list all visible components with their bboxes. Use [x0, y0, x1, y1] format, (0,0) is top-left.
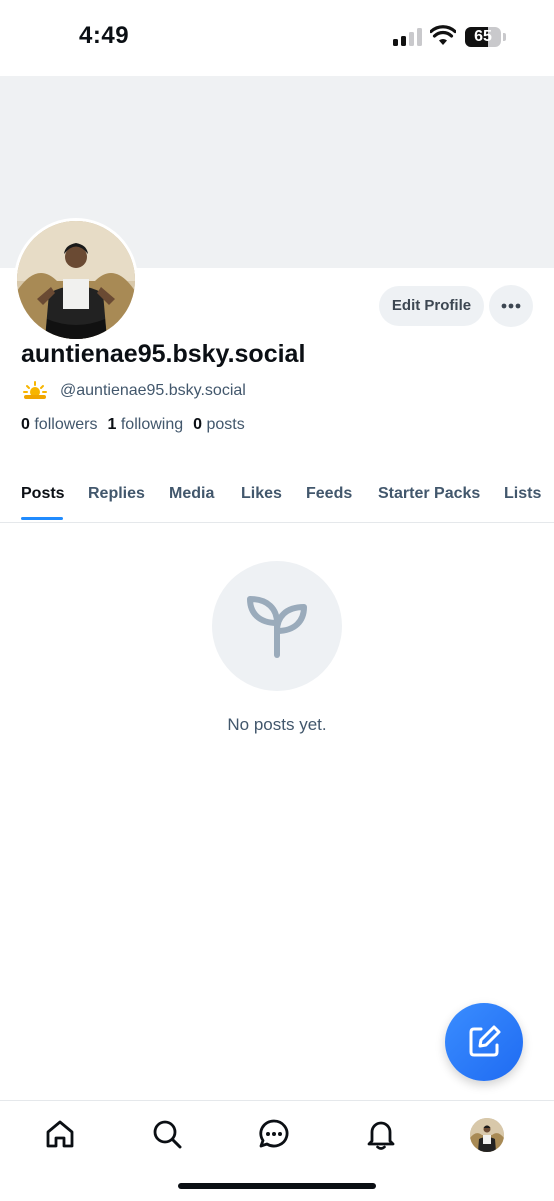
compose-icon [469, 1025, 501, 1057]
profile-stats: 0 followers 1 following 0 posts [21, 416, 245, 434]
tab-feeds[interactable]: Feeds [306, 485, 352, 503]
display-name: auntienae95.bsky.social [21, 340, 306, 368]
search-icon[interactable] [150, 1117, 184, 1151]
status-time: 4:49 [79, 22, 130, 49]
empty-state-message: No posts yet. [227, 715, 327, 734]
profile-avatar[interactable] [14, 218, 138, 342]
following-label: following [120, 416, 184, 433]
home-icon[interactable] [43, 1117, 77, 1151]
tab-media[interactable]: Media [169, 485, 214, 503]
handle-row: @auntienae95.bsky.social [22, 380, 246, 402]
ellipsis-icon [501, 303, 521, 309]
edit-profile-button[interactable]: Edit Profile [379, 286, 484, 326]
profile-tabs: Posts Replies Media Likes Feeds Starter … [0, 474, 554, 523]
avatar[interactable] [470, 1118, 504, 1152]
empty-state-icon-container [212, 561, 342, 691]
chat-icon[interactable] [257, 1117, 291, 1151]
active-tab-indicator [21, 517, 63, 520]
tab-lists[interactable]: Lists [504, 485, 541, 503]
battery-level: 65 [474, 28, 492, 45]
more-options-button[interactable] [489, 285, 533, 327]
cellular-signal-icon [393, 28, 423, 46]
followers-count: 0 [21, 416, 30, 433]
posts-stat: 0 posts [193, 416, 245, 434]
profile-handle: @auntienae95.bsky.social [60, 382, 246, 399]
wifi-icon [430, 25, 456, 45]
tab-replies[interactable]: Replies [88, 485, 145, 503]
status-bar: 4:49 65 [0, 0, 554, 76]
avatar-image [470, 1118, 504, 1152]
sun-behind-cloud-emoji [23, 381, 47, 399]
battery-tip [503, 33, 506, 41]
sprout-icon [247, 596, 307, 658]
followers-label: followers [34, 416, 98, 433]
battery-icon: 65 [465, 27, 501, 47]
following-stat[interactable]: 1 following [108, 416, 184, 434]
bell-icon[interactable] [364, 1117, 398, 1151]
compose-button[interactable] [445, 1003, 523, 1081]
followers-stat[interactable]: 0 followers [21, 416, 98, 434]
tab-likes[interactable]: Likes [241, 485, 282, 503]
following-count: 1 [107, 416, 117, 433]
posts-label: posts [206, 416, 245, 433]
posts-count: 0 [193, 416, 203, 433]
avatar-image [17, 221, 135, 339]
home-indicator [178, 1183, 376, 1189]
tab-posts[interactable]: Posts [21, 485, 65, 503]
tab-starter-packs[interactable]: Starter Packs [378, 485, 480, 503]
